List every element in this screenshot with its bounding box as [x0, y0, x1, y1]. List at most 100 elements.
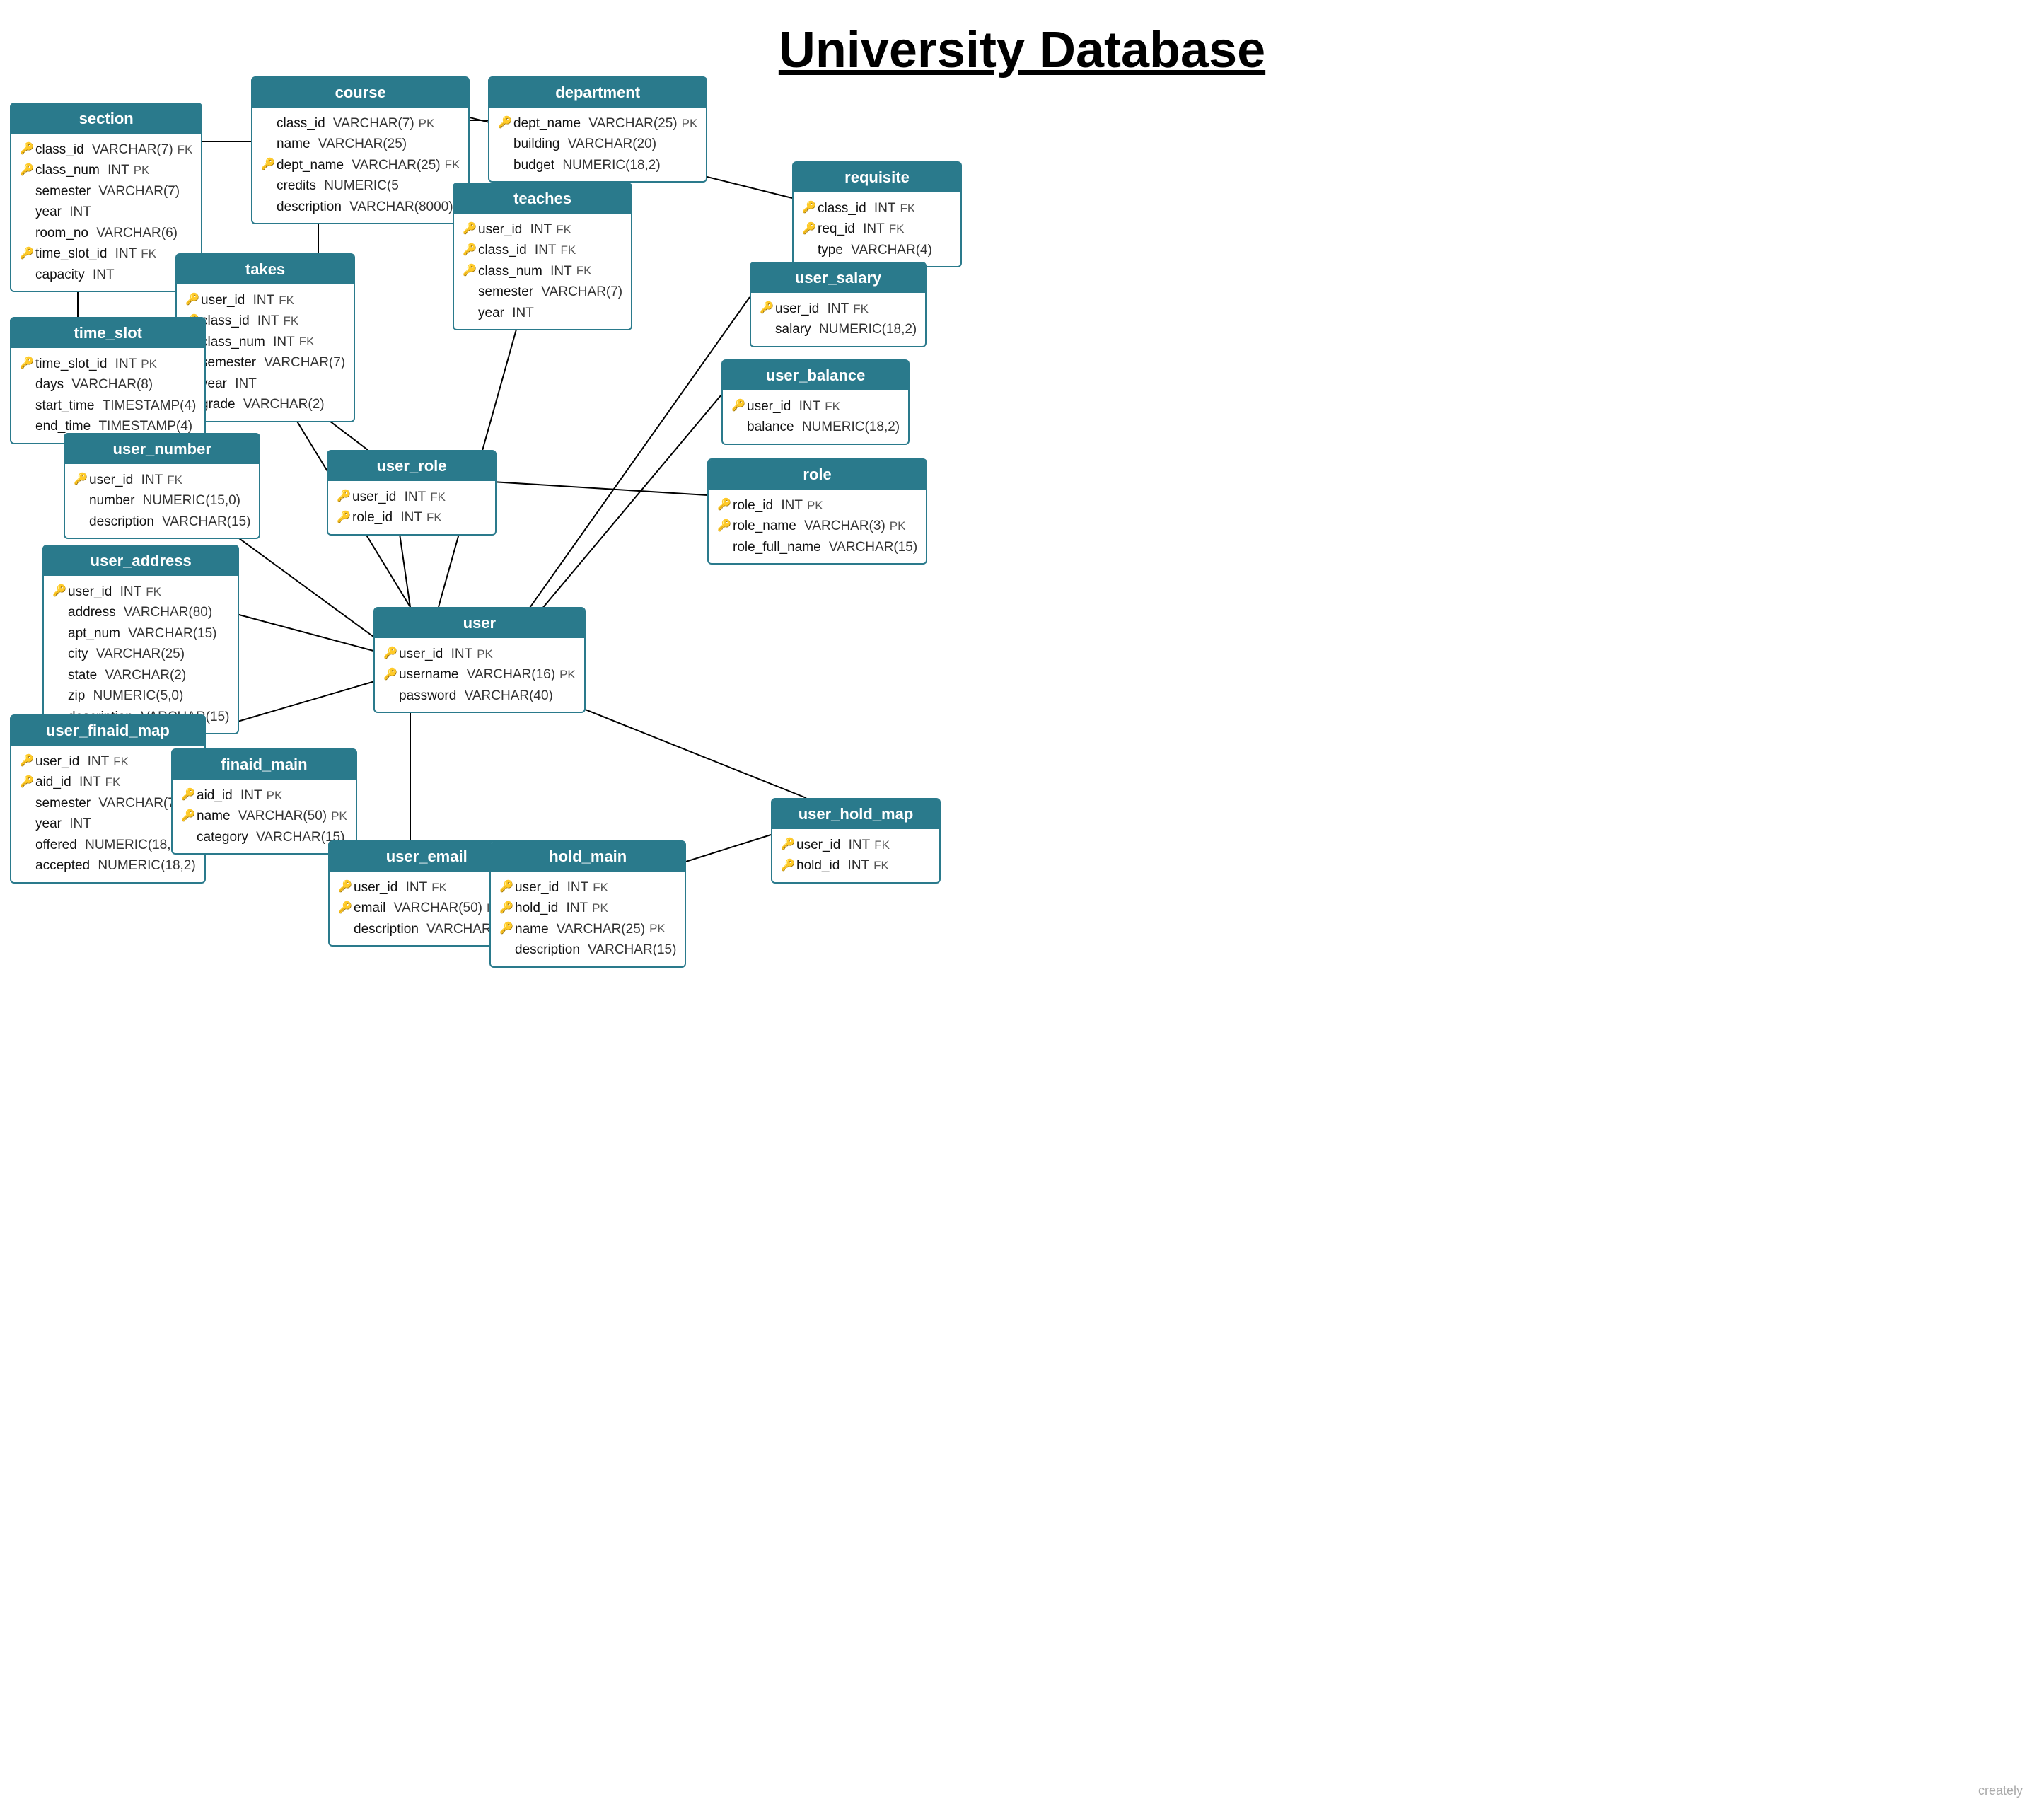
- field-name: type: [818, 240, 843, 260]
- field-name: class_num: [478, 261, 542, 282]
- field-row-user_address-5: zip NUMERIC(5,0): [52, 685, 229, 706]
- table-body-user_salary: 🔑user_id INTFK salary NUMERIC(18,2): [751, 293, 925, 346]
- table-department: department🔑dept_name VARCHAR(25)PK build…: [488, 76, 707, 183]
- no-key-icon: [261, 136, 277, 154]
- no-key-icon: [52, 666, 68, 684]
- table-header-user_address: user_address: [44, 546, 238, 576]
- field-name: dept_name: [513, 113, 581, 134]
- field-type: INT: [76, 772, 101, 792]
- no-key-icon: [20, 224, 35, 242]
- field-type: VARCHAR(25): [93, 644, 185, 664]
- pk-icon: 🔑: [499, 920, 515, 938]
- field-name: user_id: [35, 751, 79, 772]
- field-type: INT: [400, 487, 426, 507]
- no-key-icon: [52, 604, 68, 622]
- field-type: VARCHAR(6): [93, 223, 178, 243]
- field-constraint: PK: [649, 920, 666, 938]
- field-name: user_id: [399, 644, 443, 664]
- pk-icon: 🔑: [717, 518, 733, 536]
- field-constraint: FK: [900, 199, 916, 218]
- field-row-takes-2: 🔑class_num INTFK: [185, 332, 345, 352]
- field-constraint: FK: [299, 332, 315, 351]
- field-row-user_salary-1: salary NUMERIC(18,2): [760, 319, 917, 340]
- field-row-user-2: password VARCHAR(40): [383, 685, 576, 706]
- field-row-user_role-0: 🔑user_id INTFK: [337, 487, 487, 507]
- field-row-hold_main-3: description VARCHAR(15): [499, 939, 676, 960]
- table-header-user_salary: user_salary: [751, 263, 925, 293]
- field-constraint: FK: [445, 156, 460, 174]
- field-name: time_slot_id: [35, 354, 107, 374]
- field-row-user_number-2: description VARCHAR(15): [74, 511, 250, 532]
- field-constraint: FK: [113, 753, 129, 771]
- field-type: NUMERIC(18,2): [815, 319, 917, 340]
- field-constraint: FK: [146, 583, 161, 601]
- field-type: INT: [111, 354, 137, 374]
- no-key-icon: [261, 198, 277, 216]
- field-type: VARCHAR(8000): [346, 197, 453, 217]
- field-name: role_id: [733, 495, 773, 516]
- fk-icon: 🔑: [20, 774, 35, 792]
- table-body-user_hold_map: 🔑user_id INTFK🔑hold_id INTFK: [772, 829, 939, 882]
- field-type: VARCHAR(8): [68, 374, 153, 395]
- table-teaches: teaches🔑user_id INTFK🔑class_id INTFK🔑cla…: [453, 183, 632, 330]
- pk-icon: 🔑: [499, 900, 515, 918]
- fk-icon: 🔑: [74, 471, 89, 489]
- field-type: VARCHAR(7): [95, 793, 180, 814]
- pk-icon: 🔑: [20, 162, 35, 180]
- field-row-user_number-1: number NUMERIC(15,0): [74, 490, 250, 511]
- field-row-user_salary-0: 🔑user_id INTFK: [760, 299, 917, 319]
- no-key-icon: [760, 321, 775, 339]
- fk-icon: 🔑: [802, 199, 818, 217]
- field-row-user_finaid_map-3: year INT: [20, 814, 196, 834]
- field-name: year: [478, 303, 504, 323]
- field-type: INT: [526, 219, 552, 240]
- field-row-takes-5: grade VARCHAR(2): [185, 394, 345, 415]
- no-key-icon: [717, 538, 733, 556]
- table-body-user_number: 🔑user_id INTFK number NUMERIC(15,0) desc…: [65, 464, 259, 538]
- field-row-user_address-0: 🔑user_id INTFK: [52, 582, 229, 602]
- field-row-user_hold_map-1: 🔑hold_id INTFK: [781, 855, 931, 876]
- no-key-icon: [383, 687, 399, 705]
- field-type: VARCHAR(16): [463, 664, 556, 685]
- table-user: user🔑user_id INTPK🔑username VARCHAR(16)P…: [373, 607, 586, 713]
- field-name: user_id: [201, 290, 245, 311]
- field-name: description: [277, 197, 342, 217]
- field-name: balance: [747, 417, 794, 437]
- field-constraint: FK: [141, 245, 156, 263]
- field-row-role-0: 🔑role_id INTPK: [717, 495, 917, 516]
- field-constraint: PK: [592, 899, 608, 918]
- field-row-course-3: credits NUMERIC(5: [261, 175, 460, 196]
- pk-icon: 🔑: [717, 497, 733, 514]
- fk-icon: 🔑: [337, 488, 352, 506]
- table-header-department: department: [489, 78, 706, 108]
- field-row-course-4: description VARCHAR(8000): [261, 197, 460, 217]
- table-header-user_hold_map: user_hold_map: [772, 799, 939, 829]
- field-row-time_slot-2: start_time TIMESTAMP(4): [20, 395, 196, 416]
- field-row-section-4: room_no VARCHAR(6): [20, 223, 192, 243]
- field-constraint: PK: [331, 807, 347, 826]
- no-key-icon: [52, 625, 68, 642]
- field-name: email: [354, 898, 385, 918]
- table-header-section: section: [11, 104, 201, 134]
- field-name: hold_id: [515, 898, 558, 918]
- table-header-time_slot: time_slot: [11, 318, 204, 348]
- field-row-user_email-2: description VARCHAR(15): [338, 919, 515, 939]
- field-type: INT: [795, 396, 820, 417]
- field-row-teaches-3: semester VARCHAR(7): [463, 282, 622, 302]
- no-key-icon: [338, 920, 354, 938]
- field-name: role_full_name: [733, 537, 821, 557]
- table-header-user_role: user_role: [328, 451, 495, 481]
- field-row-user_role-1: 🔑role_id INTFK: [337, 507, 487, 528]
- fk-icon: 🔑: [760, 300, 775, 318]
- field-constraint: FK: [889, 220, 905, 238]
- field-type: INT: [231, 374, 257, 394]
- field-type: NUMERIC(18,2): [799, 417, 900, 437]
- field-row-user_finaid_map-1: 🔑aid_id INTFK: [20, 772, 196, 792]
- fk-icon: 🔑: [781, 857, 796, 875]
- no-key-icon: [20, 857, 35, 875]
- field-row-requisite-1: 🔑req_id INTFK: [802, 219, 952, 239]
- watermark: creately: [1978, 1783, 2023, 1798]
- fk-icon: 🔑: [20, 245, 35, 263]
- pk-icon: 🔑: [383, 645, 399, 663]
- field-row-hold_main-1: 🔑hold_id INTPK: [499, 898, 676, 918]
